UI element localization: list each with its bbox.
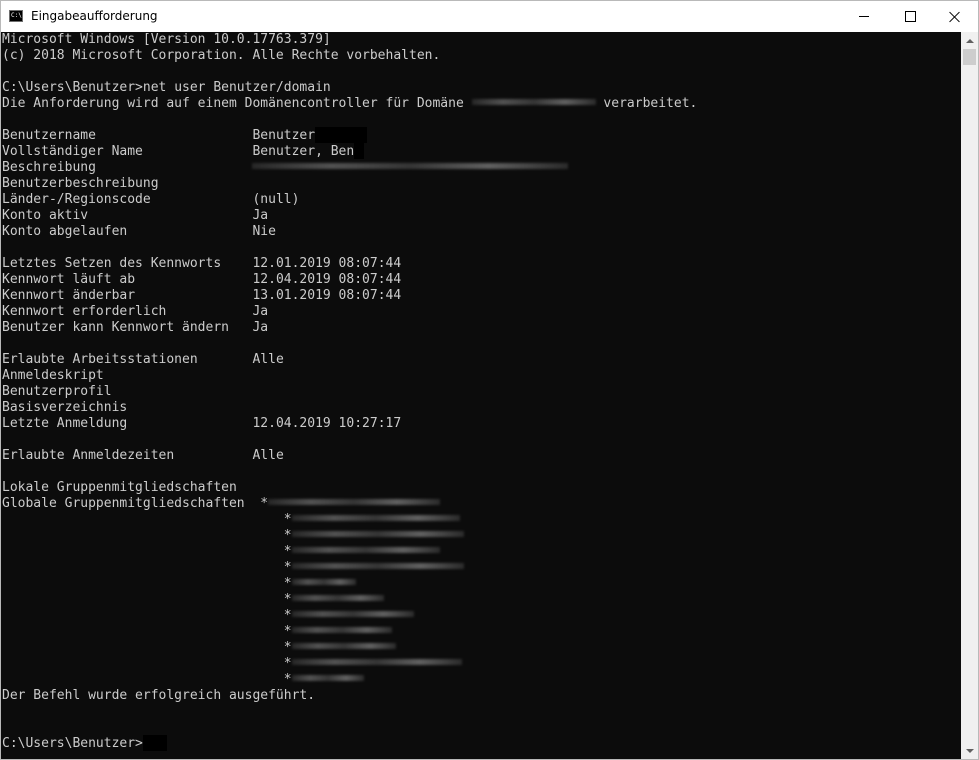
group-marker: * bbox=[283, 656, 292, 671]
label-kennwort-laeuft-ab: Kennwort läuft ab bbox=[2, 272, 136, 287]
group-marker: * bbox=[260, 496, 269, 511]
value-benutzer-kann-aendern: Ja bbox=[252, 320, 269, 335]
group-marker: * bbox=[283, 576, 292, 591]
request-prefix: Die Anforderung wird auf einem Domänenco… bbox=[2, 96, 472, 111]
window-title: Eingabeaufforderung bbox=[31, 9, 158, 23]
redaction-box bbox=[142, 734, 167, 751]
label-benutzerbeschreibung: Benutzerbeschreibung bbox=[2, 176, 159, 191]
title-bar[interactable]: C:\ Eingabeaufforderung bbox=[1, 1, 978, 32]
header-copyright: (c) 2018 Microsoft Corporation. Alle Rec… bbox=[2, 48, 441, 63]
request-suffix: verarbeitet. bbox=[595, 96, 698, 111]
value-kennwort-erforderlich: Ja bbox=[252, 304, 269, 319]
redacted-group bbox=[291, 595, 384, 601]
label-konto-aktiv: Konto aktiv bbox=[2, 208, 89, 223]
close-icon bbox=[949, 11, 961, 23]
redacted-group bbox=[291, 515, 460, 521]
redaction-box bbox=[315, 126, 368, 143]
group-marker: * bbox=[283, 512, 292, 527]
value-kennwort-aenderbar: 13.01.2019 08:07:44 bbox=[252, 288, 402, 303]
redacted-group bbox=[291, 579, 356, 585]
label-basisverzeichnis: Basisverzeichnis bbox=[2, 400, 128, 415]
label-anmeldeskript: Anmeldeskript bbox=[2, 368, 104, 383]
value-laender: (null) bbox=[252, 192, 300, 207]
header-version: Microsoft Windows [Version 10.0.17763.37… bbox=[2, 32, 331, 47]
redacted-group bbox=[291, 611, 414, 617]
redaction-box bbox=[354, 142, 365, 159]
redacted-group bbox=[291, 627, 392, 633]
success-message: Der Befehl wurde erfolgreich ausgeführt. bbox=[2, 688, 316, 703]
redacted-domain bbox=[471, 99, 596, 105]
maximize-icon bbox=[904, 11, 916, 22]
command-text: net user Benutzer/domain bbox=[142, 80, 331, 95]
label-vollstaendiger-name: Vollständiger Name bbox=[2, 144, 143, 159]
value-letztes-setzen: 12.01.2019 08:07:44 bbox=[252, 256, 402, 271]
group-marker: * bbox=[283, 592, 292, 607]
redacted-description bbox=[252, 163, 569, 169]
value-konto-aktiv: Ja bbox=[252, 208, 269, 223]
label-beschreibung: Beschreibung bbox=[2, 160, 96, 175]
console-output[interactable]: Microsoft Windows [Version 10.0.17763.37… bbox=[2, 32, 962, 759]
redacted-group bbox=[291, 643, 396, 649]
label-benutzername: Benutzername bbox=[2, 128, 96, 143]
label-lokale-gruppen: Lokale Gruppenmitgliedschaften bbox=[2, 480, 237, 495]
label-konto-abgelaufen: Konto abgelaufen bbox=[2, 224, 128, 239]
label-benutzer-kann-aendern: Benutzer kann Kennwort ändern bbox=[2, 320, 229, 335]
label-arbeitsstationen: Erlaubte Arbeitsstationen bbox=[2, 352, 198, 367]
label-kennwort-erforderlich: Kennwort erforderlich bbox=[2, 304, 167, 319]
label-kennwort-aenderbar: Kennwort änderbar bbox=[2, 288, 136, 303]
group-marker: * bbox=[283, 624, 292, 639]
label-laender: Länder-/Regionscode bbox=[2, 192, 151, 207]
value-kennwort-laeuft-ab: 12.04.2019 08:07:44 bbox=[252, 272, 402, 287]
value-benutzername: Benutzer bbox=[252, 128, 316, 143]
console-text: Microsoft Windows [Version 10.0.17763.37… bbox=[2, 32, 962, 752]
value-konto-abgelaufen: Nie bbox=[252, 224, 276, 239]
command-prompt-window: C:\ Eingabeaufforderung Microsoft Window… bbox=[0, 0, 979, 760]
group-marker: * bbox=[283, 560, 292, 575]
label-benutzerprofil: Benutzerprofil bbox=[2, 384, 112, 399]
group-marker: * bbox=[283, 640, 292, 655]
scroll-up-button[interactable] bbox=[961, 32, 978, 49]
group-marker: * bbox=[283, 528, 292, 543]
arrow-down-icon bbox=[965, 748, 974, 753]
label-letztes-setzen: Letztes Setzen des Kennworts bbox=[2, 256, 222, 271]
scroll-down-button[interactable] bbox=[961, 742, 978, 759]
value-vollstaendiger-name: Benutzer, Ben bbox=[252, 144, 355, 159]
console-app-icon[interactable]: C:\ bbox=[9, 10, 23, 22]
group-marker: * bbox=[283, 672, 292, 687]
redacted-group bbox=[291, 659, 462, 665]
maximize-button[interactable] bbox=[887, 1, 933, 32]
redacted-group bbox=[291, 531, 464, 537]
scrollbar-thumb[interactable] bbox=[963, 49, 976, 65]
group-marker: * bbox=[283, 608, 292, 623]
redacted-group bbox=[291, 547, 440, 553]
minimize-button[interactable] bbox=[841, 1, 887, 32]
final-prompt: C:\Users\Benutzer> bbox=[2, 736, 143, 751]
minimize-icon bbox=[859, 16, 869, 17]
vertical-scrollbar[interactable] bbox=[961, 32, 978, 759]
redacted-group bbox=[291, 563, 464, 569]
group-marker: * bbox=[283, 544, 292, 559]
value-anmeldezeiten: Alle bbox=[252, 448, 284, 463]
arrow-up-icon bbox=[965, 38, 974, 43]
redacted-group bbox=[291, 675, 364, 681]
redacted-group bbox=[268, 499, 441, 505]
label-globale-gruppen: Globale Gruppenmitgliedschaften bbox=[2, 496, 245, 511]
value-arbeitsstationen: Alle bbox=[252, 352, 284, 367]
close-button[interactable] bbox=[932, 1, 978, 32]
value-letzte-anmeldung: 12.04.2019 10:27:17 bbox=[252, 416, 402, 431]
label-anmeldezeiten: Erlaubte Anmeldezeiten bbox=[2, 448, 175, 463]
label-letzte-anmeldung: Letzte Anmeldung bbox=[2, 416, 128, 431]
app-icon-label: C:\ bbox=[11, 12, 22, 19]
prompt: C:\Users\Benutzer> bbox=[2, 80, 143, 95]
